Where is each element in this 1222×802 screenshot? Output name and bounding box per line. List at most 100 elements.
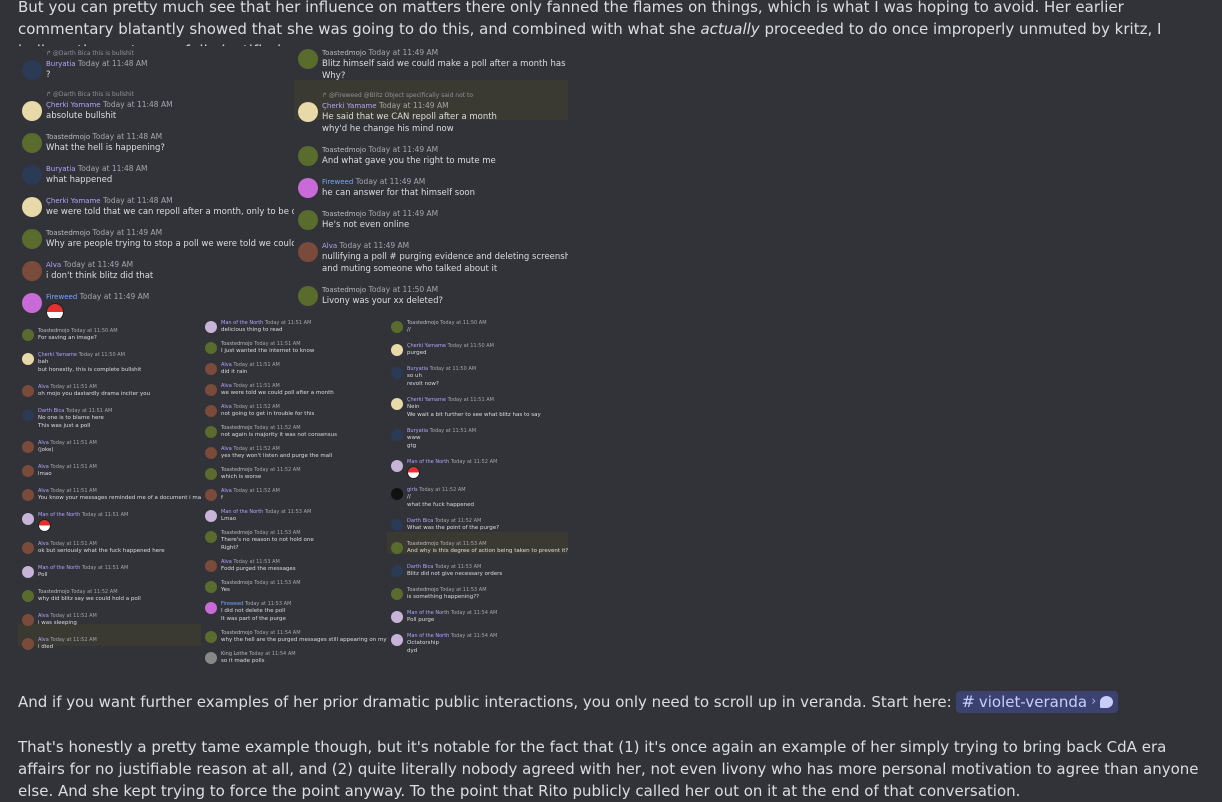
message-text: Octatorship (407, 640, 440, 646)
avatar (298, 210, 318, 230)
username[interactable]: girls (407, 487, 418, 493)
message-text: is something happening?? (407, 594, 480, 600)
timestamp: Today at 11:49 AM (366, 209, 439, 218)
avatar (22, 353, 34, 365)
username[interactable]: Toastedmojo (221, 580, 253, 586)
username[interactable]: Alva (221, 559, 232, 565)
username[interactable]: Man of the North (407, 459, 449, 465)
username[interactable]: Çherki Yamame (38, 352, 77, 358)
message-text: and muting someone who talked about it (322, 264, 498, 274)
message-header: Man of the North Today at 11:51 AM (38, 565, 128, 571)
username[interactable]: Çherki Yamame (407, 397, 446, 403)
message-text: Right? (221, 545, 239, 551)
username[interactable]: Toastedmojo (322, 146, 366, 154)
message-header: Alva Today at 11:52 AM (38, 613, 97, 619)
avatar (298, 242, 318, 262)
username[interactable]: Man of the North (407, 610, 449, 616)
timestamp: Today at 11:48 AM (75, 59, 148, 68)
avatar (22, 165, 42, 185)
message-text: This was just a poll (38, 423, 91, 429)
username[interactable]: Toastedmojo (221, 630, 253, 636)
message-header: Toastedmojo Today at 11:50 AM (322, 285, 438, 294)
message-text: Nein (407, 404, 420, 410)
username[interactable]: Buryatia (46, 60, 76, 68)
username[interactable]: Buryatia (407, 366, 428, 372)
avatar (205, 363, 217, 375)
username[interactable]: Çherki Yamame (46, 197, 101, 205)
username[interactable]: Darth Bica (407, 518, 433, 524)
message-header: Çherki Yamame Today at 11:50 AM (407, 343, 494, 349)
username[interactable]: Toastedmojo (407, 320, 439, 326)
username[interactable]: Alva (221, 383, 232, 389)
username[interactable]: Buryatia (407, 428, 428, 434)
username[interactable]: Alva (38, 613, 49, 619)
username[interactable]: Alva (38, 541, 49, 547)
username[interactable]: Toastedmojo (221, 425, 253, 431)
username[interactable]: Buryatia (46, 165, 76, 173)
username[interactable]: Toastedmojo (221, 467, 253, 473)
username[interactable]: Man of the North (407, 633, 449, 639)
timestamp: Today at 11:53 AM (433, 564, 482, 570)
username[interactable]: Alva (38, 464, 49, 470)
timestamp: Today at 11:52 AM (433, 518, 482, 524)
chat-message: Man of the North Today at 11:54 AM Octato… (387, 633, 568, 656)
avatar (391, 429, 403, 441)
message-text: No one is to blame here (38, 415, 104, 421)
timestamp: Today at 11:49 AM (353, 177, 426, 186)
username[interactable]: Alva (38, 384, 49, 390)
username[interactable]: Alva (46, 261, 61, 269)
username[interactable]: Alva (38, 637, 49, 643)
username[interactable]: Man of the North (221, 509, 263, 515)
username[interactable]: Fireweed (46, 293, 77, 301)
hash-icon: # (961, 692, 975, 711)
username[interactable]: Toastedmojo (46, 229, 90, 237)
message-text: delicious thing to read (221, 327, 283, 333)
message-header: Fireweed Today at 11:49 AM (322, 177, 425, 186)
username[interactable]: Toastedmojo (322, 210, 366, 218)
message-header: Toastedmojo Today at 11:49 AM (322, 48, 438, 57)
message-text: so uh (407, 373, 422, 379)
username[interactable]: King Lothe (221, 651, 248, 657)
chat-message: Alva Today at 11:51 AM ok but seriously w… (18, 541, 201, 556)
avatar (205, 426, 217, 438)
timestamp: Today at 11:54 AM (247, 651, 296, 657)
username[interactable]: Alva (38, 440, 49, 446)
timestamp: Today at 11:49 AM (366, 145, 439, 154)
username[interactable]: Toastedmojo (221, 530, 253, 536)
paragraph-veranda: And if you want further examples of her … (18, 691, 1214, 713)
username[interactable]: Darth Bica (38, 408, 64, 414)
username[interactable]: Toastedmojo (46, 133, 90, 141)
username[interactable]: Toastedmojo (221, 341, 253, 347)
username[interactable]: Toastedmojo (322, 49, 366, 57)
username[interactable]: Alva (38, 488, 49, 494)
username[interactable]: Man of the North (38, 512, 80, 518)
username[interactable]: Man of the North (221, 320, 263, 326)
username[interactable]: Toastedmojo (322, 286, 366, 294)
username[interactable]: Toastedmojo (407, 587, 439, 593)
chevron-right-icon: › (1091, 694, 1097, 709)
screenshot-collage[interactable]: ↱ @Darth Bica this is bullshit Buryatia T… (18, 46, 568, 686)
username[interactable]: Çherki Yamame (322, 102, 377, 110)
timestamp: Today at 11:52 AM (252, 467, 301, 473)
username[interactable]: Çherki Yamame (46, 101, 101, 109)
username[interactable]: Alva (221, 488, 232, 494)
username[interactable]: Alva (322, 242, 337, 250)
timestamp: Today at 11:54 AM (449, 633, 498, 639)
username[interactable]: Toastedmojo (38, 328, 70, 334)
username[interactable]: Fireweed (322, 178, 353, 186)
username[interactable]: Toastedmojo (38, 589, 70, 595)
username[interactable]: Çherki Yamame (407, 343, 446, 349)
username[interactable]: Alva (221, 404, 232, 410)
message-text: // (407, 494, 411, 500)
chat-message: Çherki Yamame Today at 11:48 AM we were t… (18, 196, 294, 219)
username[interactable]: Darth Bica (407, 564, 433, 570)
channel-link-violet-veranda[interactable]: # violet-veranda › (956, 691, 1119, 713)
chat-message: Toastedmojo Today at 11:50 AM For saving … (18, 328, 201, 343)
username[interactable]: Fireweed (221, 601, 243, 607)
chat-message: Toastedmojo Today at 11:49 AM He's not ev… (294, 209, 568, 232)
message-text: he can answer for that himself soon (322, 188, 476, 198)
username[interactable]: Alva (221, 362, 232, 368)
username[interactable]: Man of the North (38, 565, 80, 571)
username[interactable]: Alva (221, 446, 232, 452)
username[interactable]: Toastedmojo (407, 541, 439, 547)
